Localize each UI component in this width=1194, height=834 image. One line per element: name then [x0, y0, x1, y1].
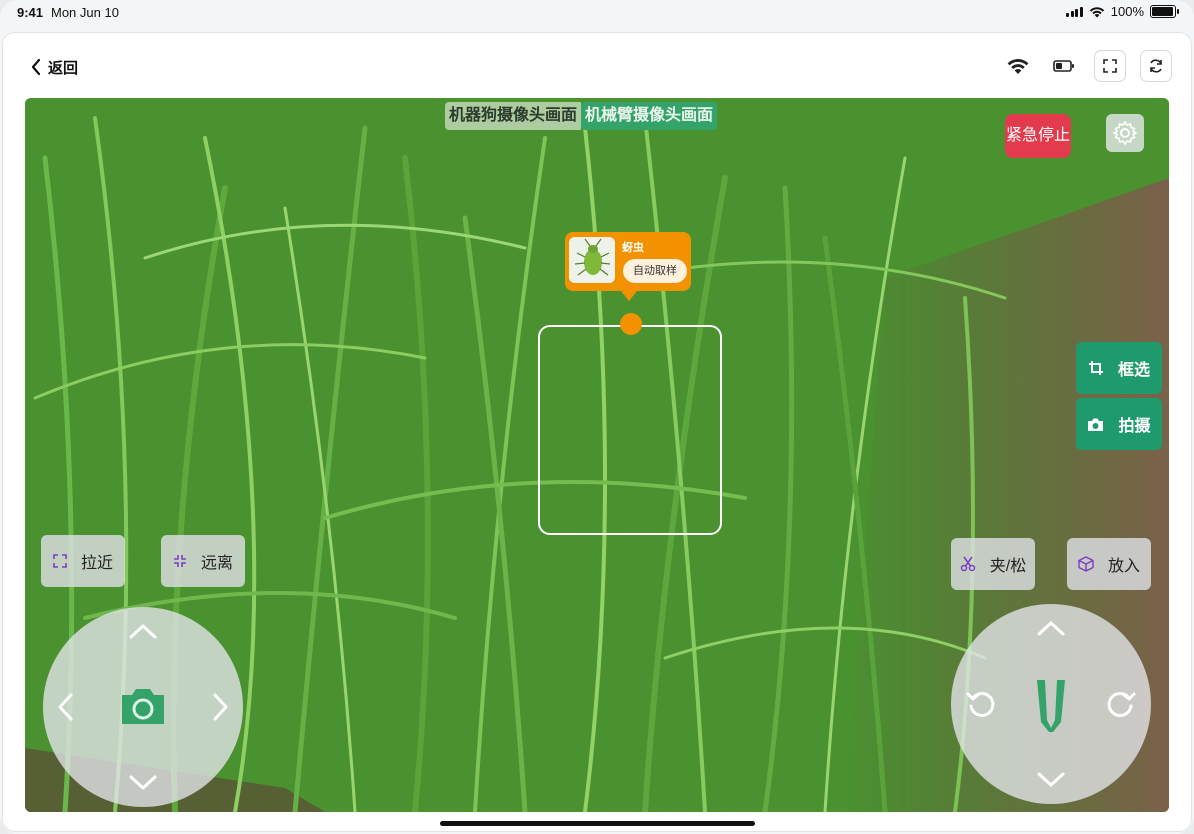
detection-anchor-dot: [620, 313, 642, 335]
settings-button[interactable]: [1106, 114, 1144, 152]
camera-down-arrow-icon[interactable]: [127, 773, 159, 793]
pest-name: 蚜虫: [622, 242, 644, 254]
battery-percent: 100%: [1110, 4, 1144, 19]
rotate-right-icon[interactable]: [1105, 688, 1137, 720]
zoom-out-label: 远离: [200, 555, 233, 572]
emergency-stop-button[interactable]: 紧急停止: [1005, 114, 1071, 158]
camera-tabs: 机器狗摄像头画面 机械臂摄像头画面: [445, 102, 718, 130]
tab-robot-arm-camera[interactable]: 机械臂摄像头画面: [581, 102, 718, 130]
gripper-icon: [1037, 680, 1065, 732]
aphid-thumbnail: [569, 237, 615, 283]
back-label: 返回: [48, 59, 79, 77]
device-battery-icon[interactable]: [1048, 50, 1080, 82]
crop-icon: [1088, 361, 1103, 375]
chevron-left-icon: [31, 58, 41, 76]
zoom-out-icon: [173, 555, 186, 567]
box-icon: [1078, 556, 1094, 572]
zoom-in-icon: [53, 554, 67, 568]
scissors-icon: [960, 556, 976, 572]
crop-select-label: 框选: [1117, 362, 1150, 379]
tablet-screen: 9:41 Mon Jun 10 100% 返回 机器狗摄像头画面 机械臂摄像头画…: [0, 0, 1194, 834]
arm-down-arrow-icon[interactable]: [1035, 770, 1067, 790]
camera-icon: [1088, 418, 1104, 431]
detection-tag: 蚜虫 自动取样: [565, 232, 691, 301]
camera-left-arrow-icon[interactable]: [55, 691, 75, 723]
wifi-icon[interactable]: [1002, 50, 1034, 82]
refresh-icon: [1150, 59, 1162, 73]
status-date: Mon Jun 10: [51, 5, 119, 20]
camera-center-icon: [122, 689, 164, 724]
tab-robot-dog-camera[interactable]: 机器狗摄像头画面: [445, 102, 582, 130]
grip-toggle-button[interactable]: 夹/松: [951, 538, 1035, 590]
place-label: 放入: [1107, 558, 1140, 575]
rotate-left-icon[interactable]: [965, 688, 997, 720]
fullscreen-icon: [1103, 59, 1117, 73]
cellular-signal-icon: [1066, 6, 1083, 17]
gear-icon: [1113, 121, 1137, 145]
zoom-in-label: 拉近: [80, 555, 113, 572]
header-tools: [1002, 50, 1172, 82]
camera-right-arrow-icon[interactable]: [211, 691, 231, 723]
place-button[interactable]: 放入: [1067, 538, 1151, 590]
back-button[interactable]: 返回: [30, 56, 78, 78]
refresh-button[interactable]: [1140, 50, 1172, 82]
status-bar: 9:41 Mon Jun 10 100%: [0, 0, 1194, 24]
grip-label: 夹/松: [989, 558, 1027, 575]
fullscreen-button[interactable]: [1094, 50, 1126, 82]
status-battery-icon: [1150, 5, 1179, 18]
capture-label: 拍摄: [1118, 418, 1151, 435]
zoom-in-button[interactable]: 拉近: [41, 535, 125, 587]
camera-direction-pad[interactable]: [43, 607, 243, 807]
camera-view[interactable]: 机器狗摄像头画面 机械臂摄像头画面 紧急停止 蚜虫 自动取样 框选 拍摄 拉近 …: [25, 98, 1169, 812]
home-indicator[interactable]: [440, 821, 755, 826]
capture-button[interactable]: 拍摄: [1076, 398, 1162, 450]
status-wifi-icon: [1089, 6, 1104, 17]
arm-up-arrow-icon[interactable]: [1035, 618, 1067, 638]
camera-up-arrow-icon[interactable]: [127, 621, 159, 641]
auto-sample-button[interactable]: 自动取样: [623, 259, 687, 283]
arm-control-pad[interactable]: [951, 604, 1151, 804]
status-right: 100%: [1066, 4, 1179, 19]
crop-select-button[interactable]: 框选: [1076, 342, 1162, 394]
detection-bounding-box[interactable]: [538, 325, 722, 535]
zoom-out-button[interactable]: 远离: [161, 535, 245, 587]
status-time: 9:41: [17, 5, 44, 20]
